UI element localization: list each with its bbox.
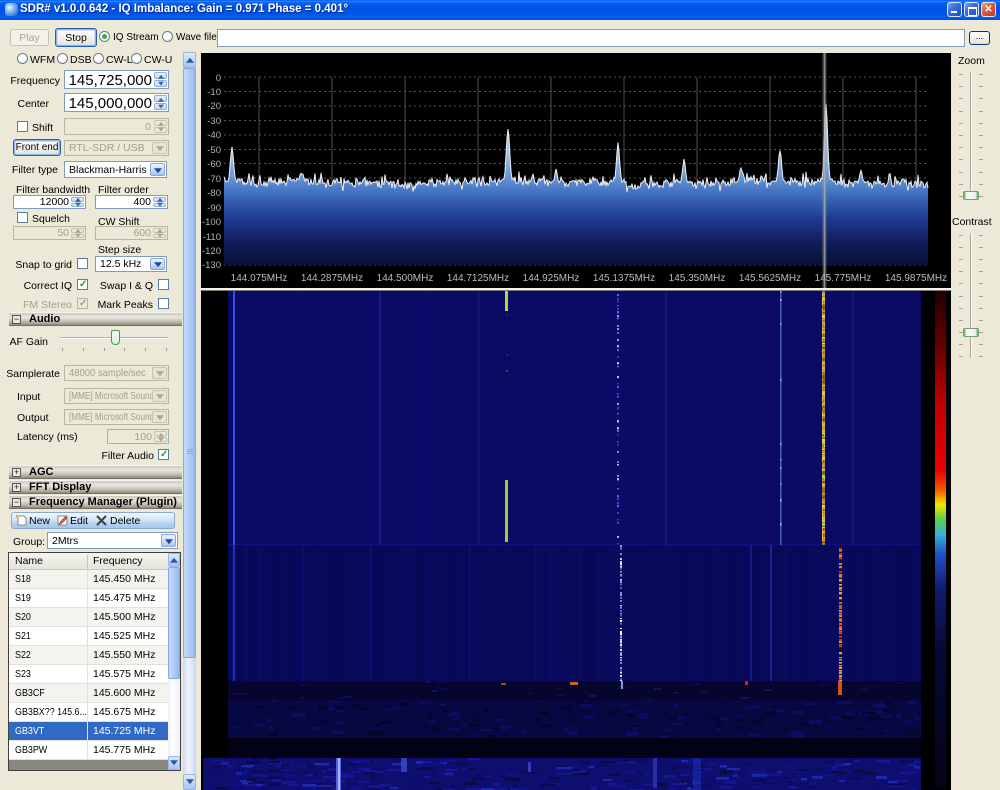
svg-text:-80: -80 xyxy=(207,188,221,199)
svg-text:145.350MHz: 145.350MHz xyxy=(669,273,726,284)
svg-text:-100: -100 xyxy=(202,217,221,228)
svg-text:144.925MHz: 144.925MHz xyxy=(523,273,580,284)
svg-text:145.1375MHz: 145.1375MHz xyxy=(593,273,655,284)
svg-text:-120: -120 xyxy=(202,246,221,257)
svg-text:-130: -130 xyxy=(202,260,221,271)
svg-text:-40: -40 xyxy=(207,130,221,141)
svg-text:-20: -20 xyxy=(207,101,221,112)
svg-text:144.075MHz: 144.075MHz xyxy=(231,273,288,284)
svg-text:145.9875MHz: 145.9875MHz xyxy=(885,273,947,284)
svg-text:-10: -10 xyxy=(207,87,221,98)
svg-text:-60: -60 xyxy=(207,159,221,170)
svg-text:144.500MHz: 144.500MHz xyxy=(377,273,434,284)
svg-text:0: 0 xyxy=(216,73,221,84)
svg-text:-70: -70 xyxy=(207,174,221,185)
svg-text:-110: -110 xyxy=(203,232,221,243)
svg-text:144.7125MHz: 144.7125MHz xyxy=(447,273,509,284)
svg-text:-90: -90 xyxy=(207,203,221,214)
svg-text:144.2875MHz: 144.2875MHz xyxy=(301,273,363,284)
svg-text:-30: -30 xyxy=(207,116,221,127)
svg-text:145.5625MHz: 145.5625MHz xyxy=(739,273,801,284)
svg-text:-50: -50 xyxy=(207,145,221,156)
